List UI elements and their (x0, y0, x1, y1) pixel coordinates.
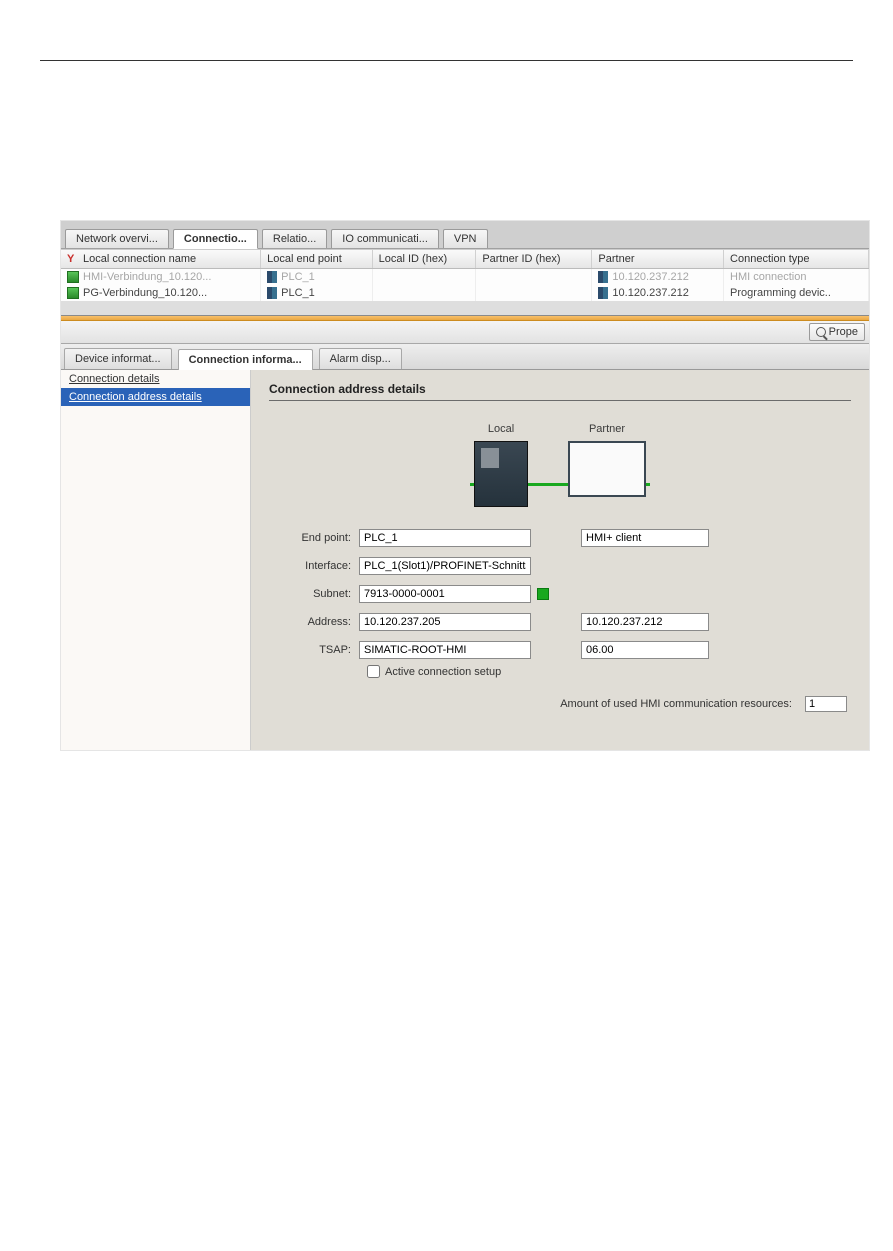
input-local-interface[interactable] (359, 557, 531, 575)
label-address: Address: (269, 616, 359, 628)
tab-connection-information[interactable]: Connection informa... (178, 349, 313, 370)
cell-partner: 10.120.237.212 (612, 271, 688, 283)
table-header-row: YLocal connection name Local end point L… (61, 250, 869, 269)
tab-relations[interactable]: Relatio... (262, 229, 327, 248)
device-icon (598, 271, 608, 283)
cell-partner-id (476, 285, 592, 301)
col-partner[interactable]: Partner (592, 250, 724, 269)
diagram-partner-label: Partner (568, 423, 646, 435)
filter-icon: Y (67, 253, 79, 265)
input-partner-address[interactable] (581, 613, 709, 631)
input-local-end-point[interactable] (359, 529, 531, 547)
main-content: Connection details Connection address de… (61, 370, 869, 750)
tab-network-overview[interactable]: Network overvi... (65, 229, 169, 248)
label-active-connection: Active connection setup (385, 666, 501, 678)
panel-title: Connection address details (269, 382, 851, 401)
tab-alarm-display[interactable]: Alarm disp... (319, 348, 402, 369)
col-local-conn-name[interactable]: YLocal connection name (61, 250, 261, 269)
input-amount-hmi-resources[interactable] (805, 696, 847, 712)
side-nav: Connection details Connection address de… (61, 370, 251, 750)
cell-local-id (372, 285, 476, 301)
connection-icon (67, 287, 79, 299)
cell-name: PG-Verbindung_10.120... (83, 287, 207, 299)
address-form: End point: Interface: Subnet: Address: (269, 529, 851, 712)
label-subnet: Subnet: (269, 588, 359, 600)
col-partner-id[interactable]: Partner ID (hex) (476, 250, 592, 269)
input-local-tsap[interactable] (359, 641, 531, 659)
sidebar-item-connection-address-details[interactable]: Connection address details (61, 388, 250, 406)
label-amount-hmi-resources: Amount of used HMI communication resourc… (560, 698, 792, 710)
search-icon (816, 327, 826, 337)
cell-name: HMI-Verbindung_10.120... (83, 271, 211, 283)
input-local-subnet[interactable] (359, 585, 531, 603)
connections-table: YLocal connection name Local end point L… (61, 249, 869, 301)
top-tab-bar: Network overvi... Connectio... Relatio..… (61, 221, 869, 249)
col-local-end-point[interactable]: Local end point (261, 250, 372, 269)
connection-diagram: Local Partner (269, 423, 851, 507)
cell-partner: 10.120.237.212 (612, 287, 688, 299)
checkbox-active-connection[interactable] (367, 665, 380, 678)
lower-tab-bar: Device informat... Connection informa...… (61, 344, 869, 370)
cell-type: Programming devic.. (724, 285, 869, 301)
diagram-local-label: Local (474, 423, 528, 435)
cell-endpoint: PLC_1 (281, 287, 315, 299)
col-local-id[interactable]: Local ID (hex) (372, 250, 476, 269)
table-row[interactable]: PG-Verbindung_10.120... PLC_1 10.120.237… (61, 285, 869, 301)
properties-button[interactable]: Prope (809, 323, 865, 341)
device-icon (598, 287, 608, 299)
details-panel: Connection address details Local Partner… (251, 370, 869, 750)
label-interface: Interface: (269, 560, 359, 572)
input-local-address[interactable] (359, 613, 531, 631)
tab-connections[interactable]: Connectio... (173, 229, 258, 249)
plc-icon (267, 287, 277, 299)
cell-type: HMI connection (724, 269, 869, 286)
app-window: Network overvi... Connectio... Relatio..… (60, 220, 870, 751)
properties-label: Prope (829, 326, 858, 338)
label-tsap: TSAP: (269, 644, 359, 656)
hmi-device-icon (568, 441, 646, 497)
col-conn-type[interactable]: Connection type (724, 250, 869, 269)
tab-device-information[interactable]: Device informat... (64, 348, 172, 369)
cell-partner-id (476, 269, 592, 286)
plc-icon (267, 271, 277, 283)
plc-device-icon (474, 441, 528, 507)
input-partner-tsap[interactable] (581, 641, 709, 659)
cell-local-id (372, 269, 476, 286)
table-row[interactable]: HMI-Verbindung_10.120... PLC_1 10.120.23… (61, 269, 869, 286)
page-rule (40, 60, 853, 61)
tab-vpn[interactable]: VPN (443, 229, 488, 248)
tab-io-communication[interactable]: IO communicati... (331, 229, 439, 248)
properties-strip: Prope (61, 321, 869, 344)
sidebar-item-connection-details[interactable]: Connection details (61, 370, 250, 388)
subnet-indicator-icon (537, 588, 549, 600)
connection-icon (67, 271, 79, 283)
cell-endpoint: PLC_1 (281, 271, 315, 283)
label-end-point: End point: (269, 532, 359, 544)
input-partner-end-point[interactable] (581, 529, 709, 547)
